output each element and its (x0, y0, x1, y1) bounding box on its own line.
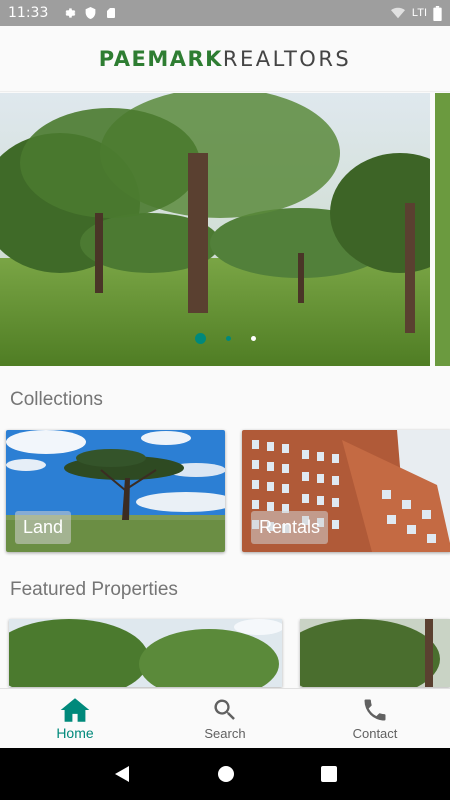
featured-property-image (300, 619, 450, 687)
carousel-indicators (0, 333, 450, 344)
nav-contact-label: Contact (352, 726, 398, 741)
logo-part-1: PAEMARK (98, 46, 223, 71)
collection-label: Land (15, 511, 72, 544)
carousel-dot-active[interactable] (194, 333, 206, 344)
brand-logo: PAEMARK REALTORS (99, 47, 351, 71)
status-time: 11:33 (8, 5, 49, 21)
recents-icon[interactable] (321, 766, 337, 782)
nav-search-label: Search (204, 726, 246, 741)
featured-property-card[interactable] (300, 619, 450, 687)
system-navigation-bar (0, 748, 450, 800)
carousel-dot[interactable] (250, 336, 256, 341)
featured-property-image (9, 619, 282, 687)
back-icon[interactable] (113, 765, 131, 783)
home-icon (60, 697, 90, 722)
bottom-navigation: Home Search Contact (0, 688, 450, 748)
nav-home-label: Home (56, 724, 94, 741)
hero-carousel[interactable] (0, 93, 450, 366)
collection-card-rentals[interactable]: Rentals (242, 430, 450, 552)
nav-search[interactable]: Search (150, 689, 300, 748)
carousel-dot[interactable] (225, 336, 231, 341)
collection-label: Rentals (251, 511, 329, 544)
nav-contact[interactable]: Contact (300, 689, 450, 748)
gear-icon (65, 8, 76, 18)
search-icon (214, 699, 235, 720)
app-header: PAEMARK REALTORS (0, 26, 450, 92)
featured-title: Featured Properties (10, 579, 178, 600)
carousel-image (0, 93, 450, 366)
phone-icon (364, 699, 386, 721)
shield-icon (85, 7, 96, 19)
wifi-icon (390, 7, 405, 19)
nav-home[interactable]: Home (0, 689, 150, 748)
home-circle-icon[interactable] (217, 765, 235, 783)
collections-title: Collections (10, 389, 103, 410)
logo-part-2: REALTORS (222, 46, 352, 71)
network-label: LTI (411, 7, 427, 19)
collection-card-land[interactable]: Land (6, 430, 225, 552)
sd-card-icon (107, 8, 116, 18)
battery-icon (433, 5, 442, 21)
status-bar: 11:33 LTI (0, 0, 450, 26)
featured-property-card[interactable] (9, 619, 282, 687)
